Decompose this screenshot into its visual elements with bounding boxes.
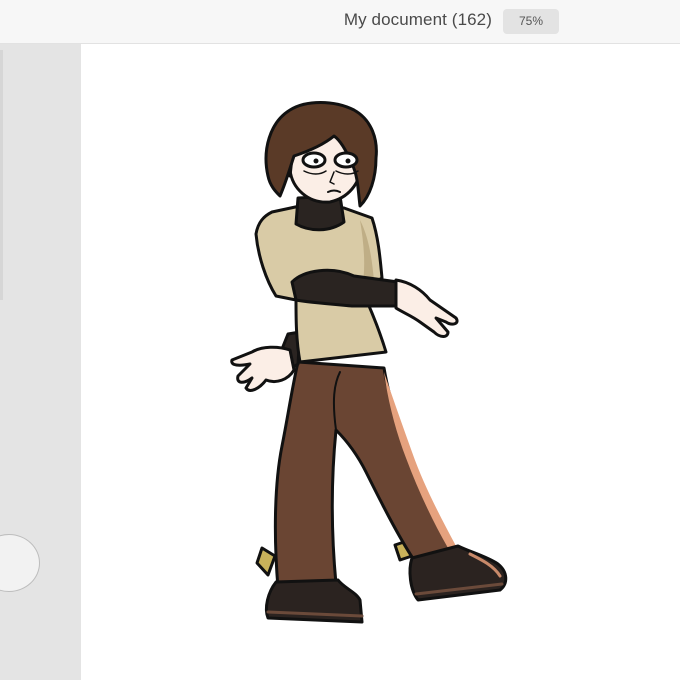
sidebar-edge-strip [0, 50, 3, 300]
right-hand [394, 278, 459, 338]
pupil-right [345, 158, 351, 164]
left-sidebar [0, 44, 81, 680]
drawing-canvas[interactable] [81, 45, 680, 680]
pupil-left [313, 158, 319, 164]
document-title[interactable]: My document (162) [344, 10, 492, 30]
right-sleeve [290, 268, 406, 308]
boot-heel-left [255, 546, 277, 577]
drawing-app: My document (162) 75% [0, 0, 680, 680]
left-hand [230, 345, 296, 392]
character-artwork [230, 101, 508, 624]
top-toolbar: My document (162) 75% [0, 0, 680, 44]
circle-handle-icon[interactable] [0, 534, 40, 592]
zoom-level-button[interactable]: 75% [503, 9, 559, 34]
